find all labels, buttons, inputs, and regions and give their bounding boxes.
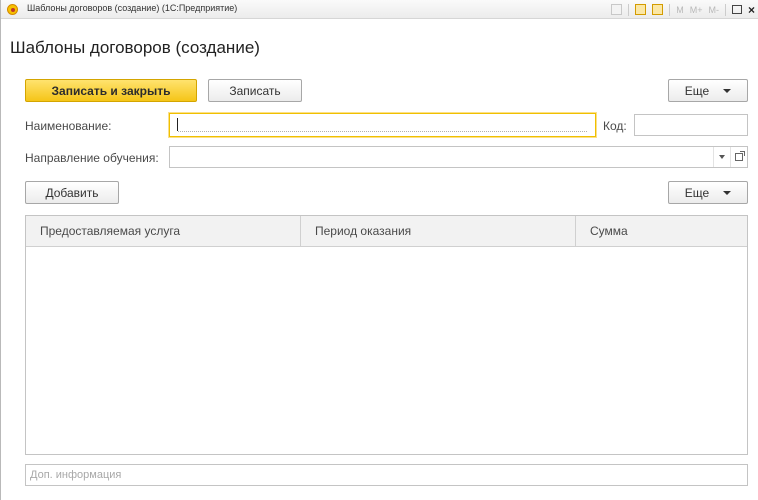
chevron-down-icon: [723, 190, 732, 195]
save-button[interactable]: Записать: [208, 79, 302, 102]
save-and-close-label: Записать и закрыть: [51, 83, 171, 98]
additional-info-input[interactable]: Доп. информация: [25, 464, 748, 486]
code-label: Код:: [603, 119, 627, 133]
table-header: Предоставляемая услуга Период оказания С…: [26, 216, 747, 247]
title-bar-tools: M M+ M- ×: [611, 2, 755, 17]
services-table[interactable]: Предоставляемая услуга Период оказания С…: [25, 215, 748, 455]
close-icon[interactable]: ×: [748, 4, 755, 16]
column-header-service[interactable]: Предоставляемая услуга: [26, 216, 301, 247]
text-cursor: [177, 118, 178, 131]
name-label: Наименование:: [25, 119, 112, 133]
save-label: Записать: [229, 83, 281, 98]
calendar-icon[interactable]: [652, 4, 664, 15]
name-input[interactable]: [169, 113, 596, 137]
additional-info-placeholder: Доп. информация: [30, 469, 122, 481]
window-title: Шаблоны договоров (создание) (1С:Предпри…: [27, 3, 238, 13]
separator: [724, 3, 726, 16]
separator: [669, 3, 671, 16]
input-underline: [178, 131, 587, 132]
add-label: Добавить: [45, 185, 99, 200]
title-bar: Шаблоны договоров (создание) (1С:Предпри…: [1, 0, 758, 19]
open-form-icon: [735, 151, 745, 161]
separator: [628, 3, 630, 16]
more-actions-button[interactable]: Еще: [668, 79, 748, 102]
table-more-button[interactable]: Еще: [668, 181, 748, 204]
document-icon[interactable]: [611, 4, 623, 15]
dropdown-button[interactable]: [713, 147, 730, 167]
memory-minus-button[interactable]: M-: [708, 5, 719, 15]
more-label: Еще: [684, 83, 710, 98]
direction-input[interactable]: [169, 146, 748, 168]
chevron-down-icon: [719, 155, 725, 159]
page-title: Шаблоны договоров (создание): [10, 38, 260, 57]
chevron-down-icon: [723, 88, 732, 93]
maximize-icon[interactable]: [731, 5, 742, 14]
add-row-button[interactable]: Добавить: [25, 181, 119, 204]
open-button[interactable]: [730, 147, 747, 167]
memory-plus-button[interactable]: M+: [690, 5, 703, 15]
form-window: Шаблоны договоров (создание) (1С:Предпри…: [0, 0, 758, 500]
save-and-close-button[interactable]: Записать и закрыть: [25, 79, 197, 102]
code-input[interactable]: [634, 114, 748, 136]
1c-logo-icon: [7, 4, 18, 15]
column-header-amount[interactable]: Сумма: [576, 216, 747, 247]
calculator-icon[interactable]: [635, 4, 647, 15]
memory-m-button[interactable]: M: [676, 5, 684, 15]
table-more-label: Еще: [684, 185, 710, 200]
direction-label: Направление обучения:: [25, 151, 159, 165]
column-header-period[interactable]: Период оказания: [301, 216, 576, 247]
